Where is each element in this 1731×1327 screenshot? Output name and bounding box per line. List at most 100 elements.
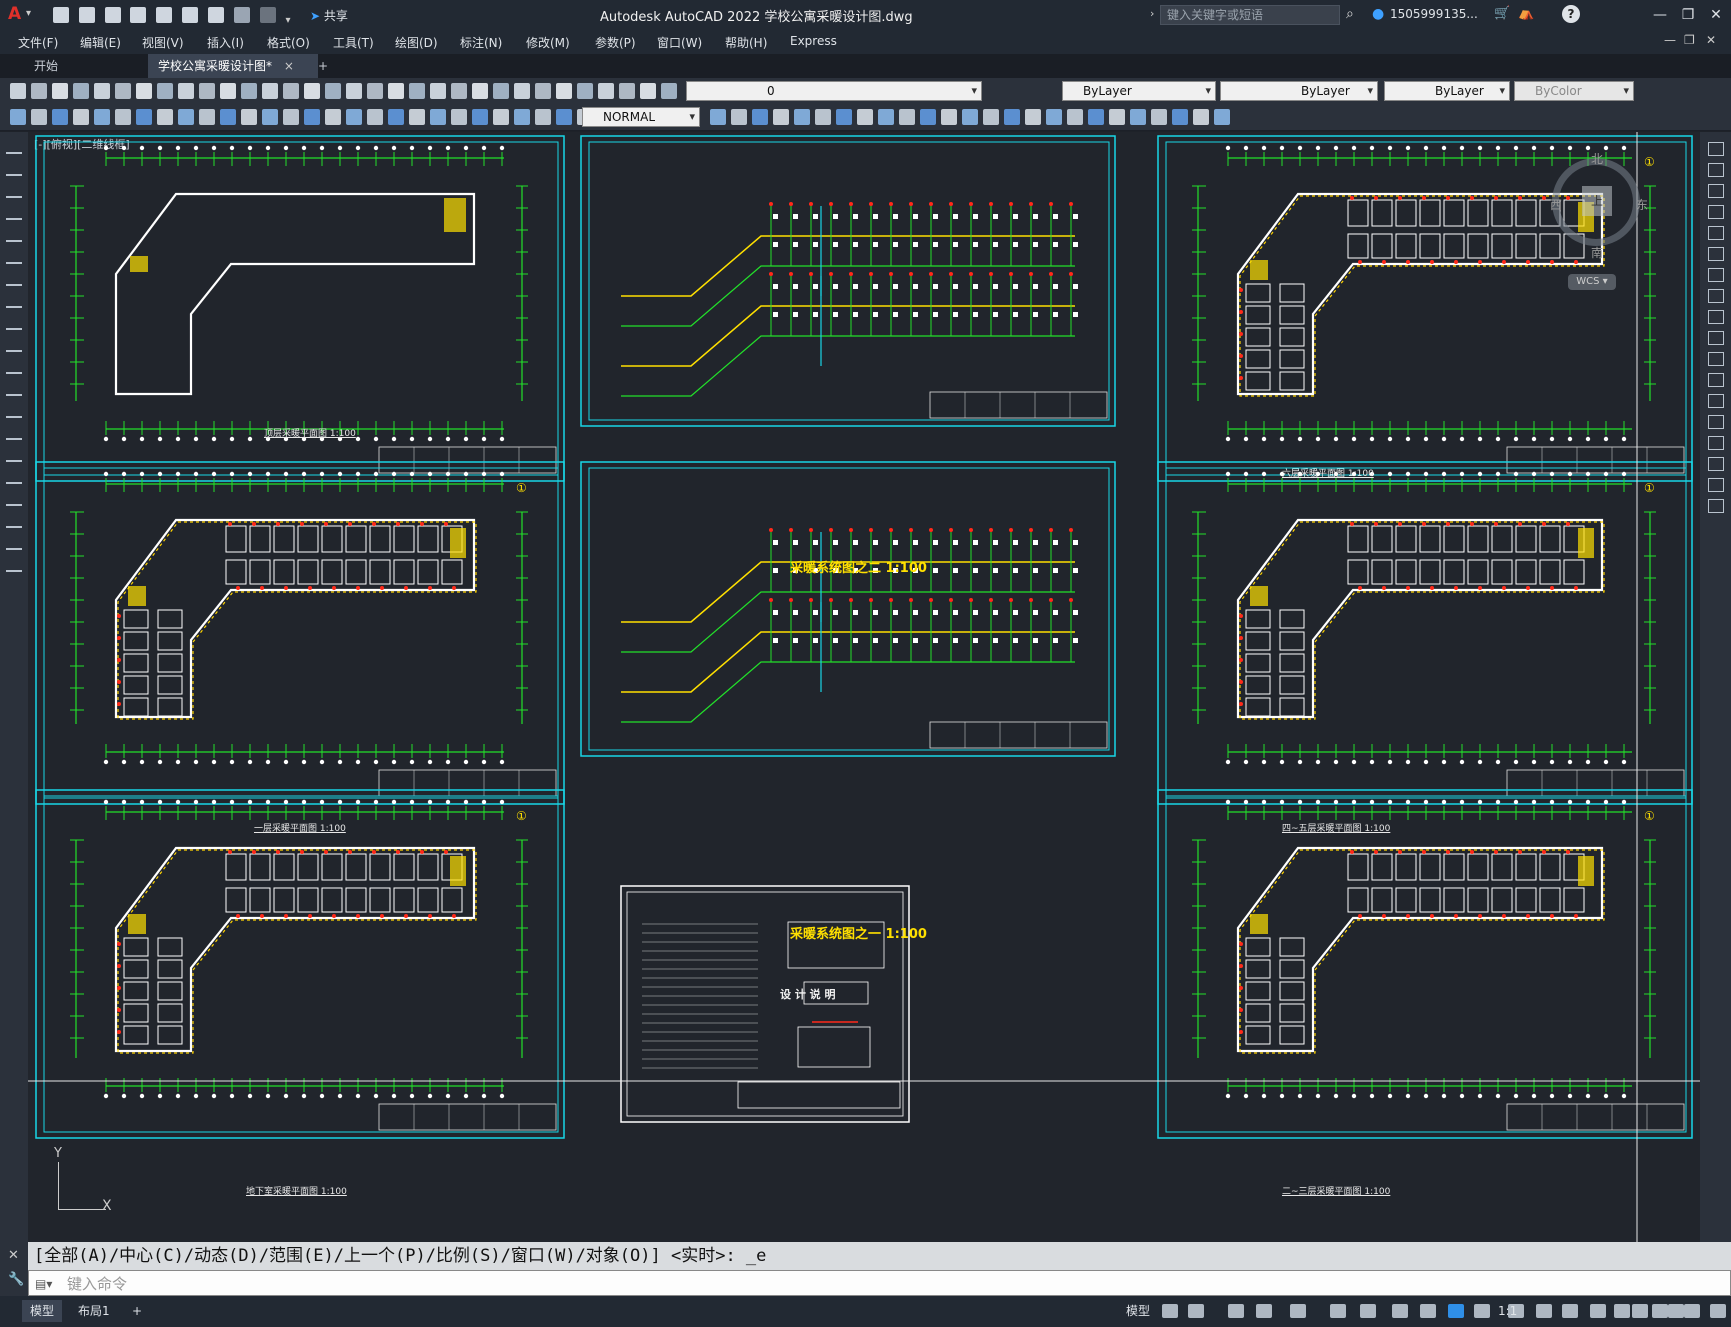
make-block-icon[interactable] <box>6 404 22 418</box>
doc-restore-icon[interactable]: ❐ <box>1684 33 1695 47</box>
share-button[interactable]: ➤ 共享 <box>310 7 348 24</box>
arc-dim-icon[interactable] <box>52 109 68 125</box>
menu-insert[interactable]: 插入(I) <box>207 34 244 51</box>
tolerance-icon[interactable] <box>199 109 215 125</box>
command-customize-icon[interactable]: 🔧 <box>8 1272 24 1287</box>
publish-icon[interactable] <box>451 83 467 99</box>
ordinate-dim-icon[interactable] <box>346 109 362 125</box>
plot-icon[interactable] <box>73 83 89 99</box>
plot-icon[interactable] <box>207 7 224 23</box>
menu-modify[interactable]: 修改(M) <box>526 34 570 51</box>
viewcube-south[interactable]: 南 <box>1591 244 1603 261</box>
rotate-icon[interactable] <box>1708 268 1724 282</box>
undo-icon[interactable] <box>556 83 572 99</box>
match-icon[interactable] <box>535 83 551 99</box>
arc-dim-icon[interactable] <box>710 109 726 125</box>
model-space-toggle[interactable]: 模型 <box>1118 1300 1158 1322</box>
stretch-icon[interactable] <box>1708 310 1724 324</box>
aligned-dim-icon[interactable] <box>304 109 320 125</box>
aligned-dim-icon[interactable] <box>31 109 47 125</box>
fillet-icon[interactable] <box>1708 457 1724 471</box>
blend-curves-icon[interactable] <box>1708 478 1724 492</box>
tab-close-icon[interactable]: × <box>284 59 294 73</box>
erase-icon[interactable] <box>1708 142 1724 156</box>
revision-cloud-icon[interactable] <box>6 294 22 308</box>
search-input[interactable]: 键入关键字或短语 <box>1160 5 1340 25</box>
linear-dim-icon[interactable] <box>941 109 957 125</box>
continue-dim-icon[interactable] <box>178 109 194 125</box>
layer-icon[interactable] <box>325 83 341 99</box>
move-icon[interactable] <box>1708 247 1724 261</box>
linear-dim-icon[interactable] <box>556 109 572 125</box>
autodesk-app-icon[interactable]: ⛺ <box>1518 6 1534 21</box>
angular-dim-icon[interactable] <box>409 109 425 125</box>
open-file-icon[interactable] <box>78 7 95 23</box>
plotstyle-dropdown[interactable]: ByColor <box>1514 81 1634 101</box>
paste-icon[interactable] <box>178 83 194 99</box>
extend-icon[interactable] <box>1708 352 1724 366</box>
properties-icon[interactable] <box>304 83 320 99</box>
save-icon[interactable] <box>104 7 121 23</box>
radius-dim-icon[interactable] <box>94 109 110 125</box>
command-line-handle[interactable]: ✕ 🔧 <box>0 1242 28 1296</box>
selection-cycling-icon[interactable] <box>1474 1304 1490 1318</box>
pan-icon[interactable] <box>262 83 278 99</box>
tab-drawing[interactable]: 学校公寓采暖设计图* × <box>148 54 318 78</box>
publish-icon[interactable] <box>115 83 131 99</box>
menu-express[interactable]: Express <box>790 34 837 48</box>
orbit-icon[interactable] <box>535 109 551 125</box>
scale-icon[interactable] <box>1708 289 1724 303</box>
auto-scale-icon[interactable] <box>1536 1304 1552 1318</box>
app-menu-chevron-icon[interactable]: ▾ <box>26 8 31 19</box>
pan-icon[interactable] <box>598 83 614 99</box>
lineweight-icon[interactable] <box>1420 1304 1436 1318</box>
save-as-icon[interactable] <box>130 7 147 23</box>
copy-icon[interactable] <box>493 83 509 99</box>
preview-icon[interactable] <box>430 83 446 99</box>
diameter-dim-icon[interactable] <box>773 109 789 125</box>
menu-draw[interactable]: 绘图(D) <box>395 34 438 51</box>
continue-dim-icon[interactable] <box>836 109 852 125</box>
preview-icon[interactable] <box>94 83 110 99</box>
baseline-dim-icon[interactable] <box>1088 109 1104 125</box>
aligned-dim-icon[interactable] <box>962 109 978 125</box>
arc-icon[interactable] <box>6 250 22 264</box>
menu-edit[interactable]: 编辑(E) <box>80 34 121 51</box>
ellipse-arc-icon[interactable] <box>6 360 22 374</box>
gradient-icon[interactable] <box>6 470 22 484</box>
angular-dim-icon[interactable] <box>1067 109 1083 125</box>
insert-block-icon[interactable] <box>6 382 22 396</box>
viewcube-east[interactable]: 东 <box>1636 196 1648 213</box>
view-icon[interactable] <box>514 109 530 125</box>
model-tab[interactable]: 模型 <box>22 1300 63 1322</box>
linear-dim-icon[interactable] <box>10 109 26 125</box>
copy-icon[interactable] <box>157 83 173 99</box>
viewcube-north[interactable]: 北 <box>1591 150 1603 167</box>
zoom-icon[interactable] <box>619 83 635 99</box>
break-point-icon[interactable] <box>1708 373 1724 387</box>
menu-view[interactable]: 视图(V) <box>142 34 184 51</box>
plot-icon[interactable] <box>409 83 425 99</box>
tolerance-icon[interactable] <box>472 109 488 125</box>
table-icon[interactable] <box>6 514 22 528</box>
angular-dim-icon[interactable] <box>794 109 810 125</box>
region-icon[interactable] <box>6 492 22 506</box>
baseline-dim-icon[interactable] <box>815 109 831 125</box>
redo-icon[interactable] <box>259 7 276 23</box>
open-icon[interactable] <box>367 83 383 99</box>
view-icon[interactable] <box>241 109 257 125</box>
linetype-dropdown[interactable]: ByLayer <box>1220 81 1378 101</box>
restore-icon[interactable]: ❐ <box>1674 4 1702 26</box>
new-icon[interactable] <box>10 83 26 99</box>
user-account-label[interactable]: 1505999135... <box>1390 7 1478 21</box>
copy-icon[interactable] <box>1708 163 1724 177</box>
continue-dim-icon[interactable] <box>451 109 467 125</box>
layout1-tab[interactable]: 布局1 <box>70 1300 118 1322</box>
undo-icon[interactable] <box>220 83 236 99</box>
mirror-icon[interactable] <box>1708 184 1724 198</box>
circle-icon[interactable] <box>6 272 22 286</box>
diameter-dim-icon[interactable] <box>115 109 131 125</box>
isodraft-icon[interactable] <box>1330 1304 1346 1318</box>
orbit-icon[interactable] <box>920 109 936 125</box>
command-close-icon[interactable]: ✕ <box>8 1248 19 1263</box>
